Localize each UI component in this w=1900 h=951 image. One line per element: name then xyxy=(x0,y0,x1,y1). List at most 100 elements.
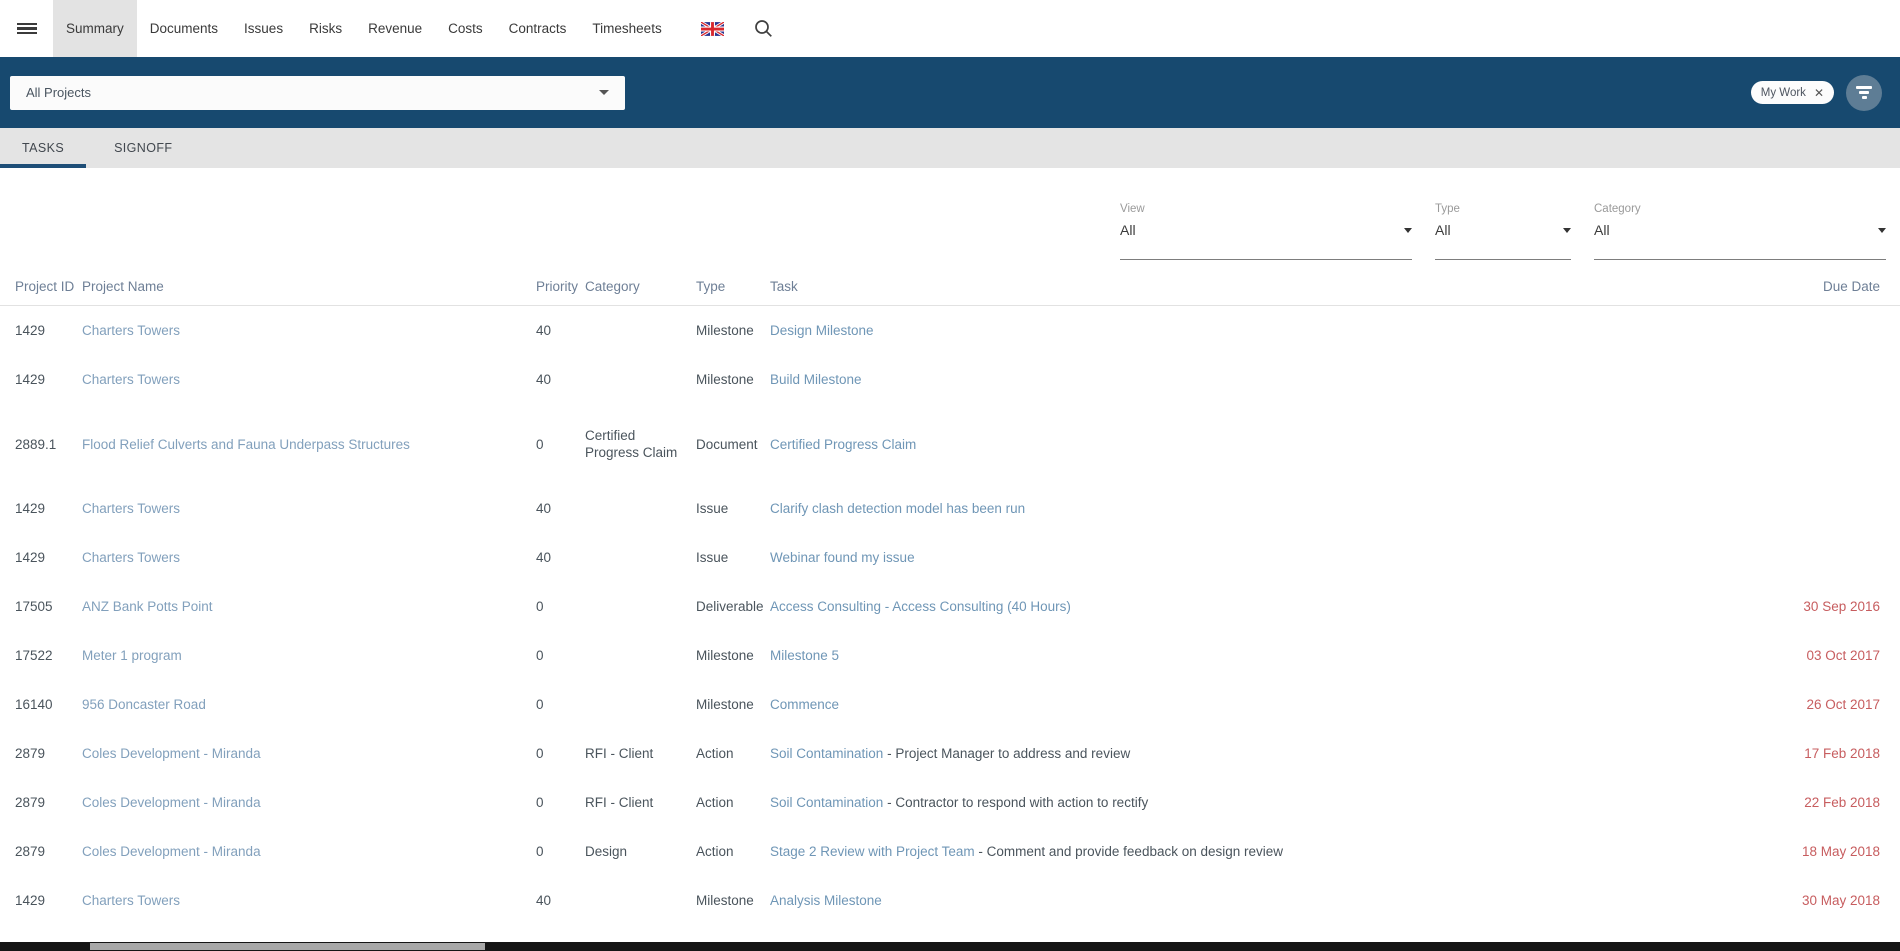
type-filter-label: Type xyxy=(1435,203,1571,215)
cell-project-id: 1429 xyxy=(15,550,82,565)
cell-priority: 40 xyxy=(536,501,585,516)
task-link[interactable]: Design Milestone xyxy=(770,323,874,338)
view-filter-select[interactable]: View All xyxy=(1120,203,1412,260)
column-header-priority: Priority xyxy=(536,279,585,294)
tasks-panel: View All Type All Category All Project I… xyxy=(0,168,1900,951)
project-name-link[interactable]: Charters Towers xyxy=(82,550,536,565)
nav-tab-costs[interactable]: Costs xyxy=(435,0,496,57)
project-name-link[interactable]: Flood Relief Culverts and Fauna Underpas… xyxy=(82,437,536,452)
cell-type: Document xyxy=(696,437,770,452)
chevron-down-icon xyxy=(1563,228,1571,233)
cell-project-id: 1429 xyxy=(15,372,82,387)
project-name-link[interactable]: Charters Towers xyxy=(82,372,536,387)
cell-task: Analysis Milestone xyxy=(770,893,1760,908)
table-row: 2879 Coles Development - Miranda 0 Desig… xyxy=(0,827,1900,876)
cell-due-date: 26 Oct 2017 xyxy=(1760,697,1880,712)
cell-category: RFI - Client xyxy=(585,794,696,811)
project-name-link[interactable]: Coles Development - Miranda xyxy=(82,746,536,761)
task-link[interactable]: Certified Progress Claim xyxy=(770,437,916,452)
project-name-link[interactable]: ANZ Bank Potts Point xyxy=(82,599,536,614)
type-filter-select[interactable]: Type All xyxy=(1435,203,1571,260)
table-row: 1429 Charters Towers 40 Issue Clarify cl… xyxy=(0,484,1900,533)
search-button[interactable] xyxy=(754,0,773,57)
language-selector[interactable] xyxy=(701,0,724,57)
cell-type: Milestone xyxy=(696,893,770,908)
cell-type: Issue xyxy=(696,550,770,565)
chevron-down-icon xyxy=(1404,228,1412,233)
cell-priority: 0 xyxy=(536,795,585,810)
dropdown-filters: View All Type All Category All xyxy=(0,168,1900,260)
cell-project-id: 1429 xyxy=(15,501,82,516)
task-note: - Comment and provide feedback on design… xyxy=(975,844,1283,859)
nav-tab-issues[interactable]: Issues xyxy=(231,0,296,57)
table-row: 2879 Coles Development - Miranda 0 RFI -… xyxy=(0,778,1900,827)
hamburger-menu-button[interactable] xyxy=(0,0,53,57)
project-name-link[interactable]: Coles Development - Miranda xyxy=(82,795,536,810)
chevron-down-icon xyxy=(599,90,609,95)
task-link[interactable]: Commence xyxy=(770,697,839,712)
my-work-chip-label: My Work xyxy=(1761,87,1806,99)
project-name-link[interactable]: 956 Doncaster Road xyxy=(82,697,536,712)
cell-category: RFI - Client xyxy=(585,745,696,762)
cell-priority: 40 xyxy=(536,323,585,338)
cell-priority: 0 xyxy=(536,437,585,452)
nav-tab-contracts[interactable]: Contracts xyxy=(496,0,580,57)
tab-signoff[interactable]: SIGNOFF xyxy=(114,128,172,168)
task-link[interactable]: Clarify clash detection model has been r… xyxy=(770,501,1025,516)
filter-button[interactable] xyxy=(1846,75,1882,111)
task-link[interactable]: Milestone 5 xyxy=(770,648,839,663)
cell-priority: 0 xyxy=(536,844,585,859)
project-name-link[interactable]: Charters Towers xyxy=(82,323,536,338)
cell-task: Build Milestone xyxy=(770,372,1760,387)
tab-tasks[interactable]: TASKS xyxy=(22,128,64,168)
cell-task: Design Milestone xyxy=(770,323,1760,338)
task-note: - Contractor to respond with action to r… xyxy=(883,795,1148,810)
cell-task: Soil Contamination - Project Manager to … xyxy=(770,746,1760,761)
my-work-chip[interactable]: My Work ✕ xyxy=(1751,81,1834,104)
nav-tab-summary[interactable]: Summary xyxy=(53,0,137,57)
table-body: 1429 Charters Towers 40 Milestone Design… xyxy=(0,306,1900,951)
nav-tab-risks[interactable]: Risks xyxy=(296,0,355,57)
top-navigation: Summary Documents Issues Risks Revenue C… xyxy=(0,0,1900,57)
close-icon[interactable]: ✕ xyxy=(1814,87,1824,99)
task-link[interactable]: Access Consulting - Access Consulting (4… xyxy=(770,599,1071,614)
uk-flag-icon xyxy=(701,22,724,36)
column-header-category: Category xyxy=(585,279,696,294)
project-name-link[interactable]: Charters Towers xyxy=(82,501,536,516)
project-filter-bar: All Projects My Work ✕ xyxy=(0,57,1900,128)
task-link[interactable]: Stage 2 Review with Project Team xyxy=(770,844,975,859)
task-link[interactable]: Webinar found my issue xyxy=(770,550,915,565)
task-link[interactable]: Build Milestone xyxy=(770,372,862,387)
cell-due-date: 30 Sep 2016 xyxy=(1760,599,1880,614)
project-name-link[interactable]: Meter 1 program xyxy=(82,648,536,663)
cell-due-date: 03 Oct 2017 xyxy=(1760,648,1880,663)
category-filter-select[interactable]: Category All xyxy=(1594,203,1886,260)
task-link[interactable]: Soil Contamination xyxy=(770,746,883,761)
table-row: 1429 Charters Towers 40 Issue Webinar fo… xyxy=(0,533,1900,582)
project-scope-select[interactable]: All Projects xyxy=(10,76,625,110)
column-header-type: Type xyxy=(696,279,770,294)
table-row: 17505 ANZ Bank Potts Point 0 Deliverable… xyxy=(0,582,1900,631)
nav-tab-documents[interactable]: Documents xyxy=(137,0,231,57)
cell-project-id: 2879 xyxy=(15,795,82,810)
task-link[interactable]: Soil Contamination xyxy=(770,795,883,810)
nav-tab-timesheets[interactable]: Timesheets xyxy=(579,0,674,57)
column-header-project-id: Project ID xyxy=(15,279,82,294)
cell-task: Stage 2 Review with Project Team - Comme… xyxy=(770,844,1760,859)
column-header-task: Task xyxy=(770,279,1760,294)
project-name-link[interactable]: Coles Development - Miranda xyxy=(82,844,536,859)
cell-priority: 0 xyxy=(536,599,585,614)
cell-type: Action xyxy=(696,844,770,859)
scrollbar-thumb[interactable] xyxy=(90,943,485,950)
horizontal-scrollbar[interactable] xyxy=(0,942,1900,951)
cell-type: Milestone xyxy=(696,372,770,387)
cell-priority: 40 xyxy=(536,893,585,908)
cell-type: Deliverable xyxy=(696,599,770,614)
task-link[interactable]: Analysis Milestone xyxy=(770,893,882,908)
project-name-link[interactable]: Charters Towers xyxy=(82,893,536,908)
table-row: 2879 Coles Development - Miranda 0 RFI -… xyxy=(0,729,1900,778)
cell-project-id: 1429 xyxy=(15,323,82,338)
cell-type: Milestone xyxy=(696,697,770,712)
cell-due-date: 22 Feb 2018 xyxy=(1760,795,1880,810)
nav-tab-revenue[interactable]: Revenue xyxy=(355,0,435,57)
